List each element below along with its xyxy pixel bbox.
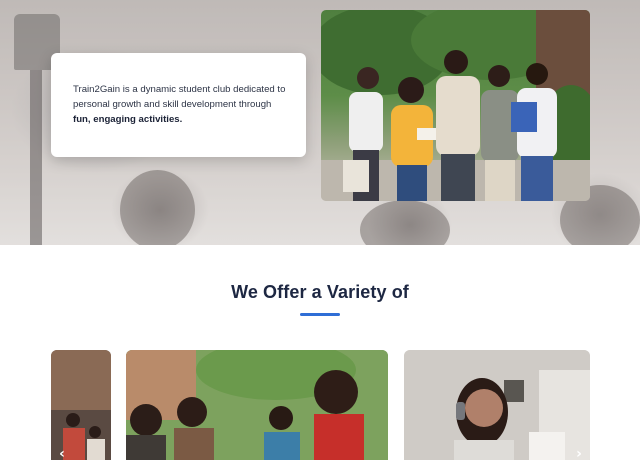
carousel-card-2[interactable]: [126, 350, 388, 460]
background-person-shape: [120, 170, 195, 245]
carousel-next-icon[interactable]: ›: [570, 445, 588, 460]
group-of-students-illustration: [321, 10, 590, 201]
students-group-laughing-illustration: [126, 350, 388, 460]
lamp-pole-shape: [30, 70, 42, 245]
carousel-prev-icon[interactable]: ‹: [53, 445, 71, 460]
intro-text-emphasis: fun, engaging activities.: [73, 114, 183, 126]
section-title-underline: [300, 313, 340, 316]
carousel-card-1[interactable]: [51, 350, 111, 460]
section-title: We Offer a Variety of: [231, 282, 409, 302]
intro-card: Train2Gain is a dynamic student club ded…: [51, 53, 306, 157]
student-with-headphones-illustration: [404, 350, 590, 460]
carousel-card-3[interactable]: [404, 350, 590, 460]
hero-group-photo: [321, 10, 590, 201]
intro-text: Train2Gain is a dynamic student club ded…: [73, 84, 286, 111]
hero-banner: Train2Gain is a dynamic student club ded…: [0, 0, 640, 245]
students-at-desk-illustration: [51, 350, 111, 460]
